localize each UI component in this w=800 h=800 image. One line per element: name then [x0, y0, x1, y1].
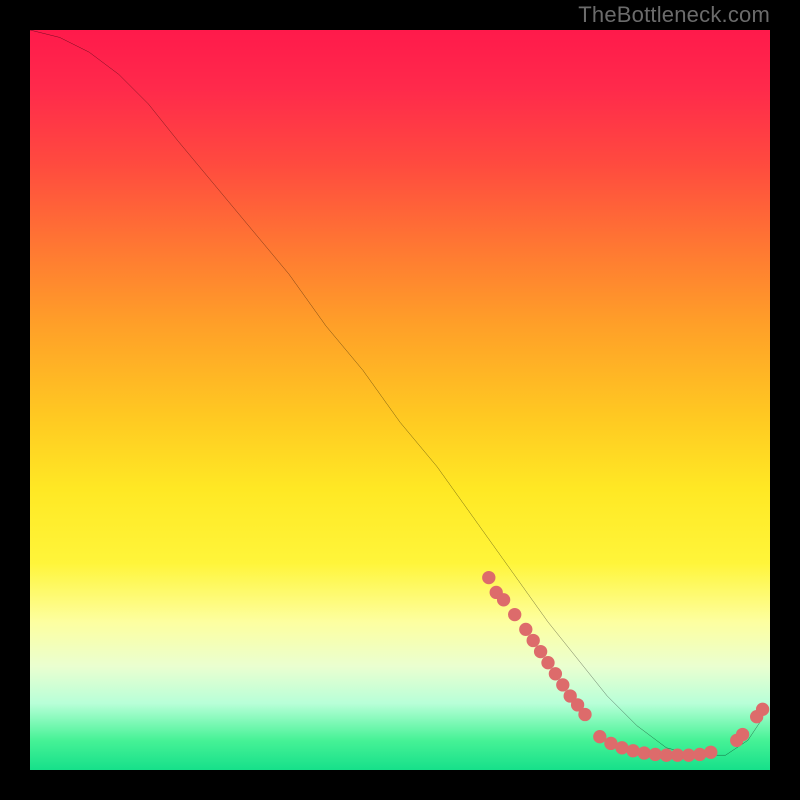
marker-dot	[482, 571, 495, 584]
chart-frame: TheBottleneck.com	[0, 0, 800, 800]
watermark-label: TheBottleneck.com	[578, 2, 770, 28]
marker-dot	[549, 667, 562, 680]
marker-dot	[541, 656, 554, 669]
bottleneck-curve	[30, 30, 763, 755]
marker-dot	[756, 703, 769, 716]
marker-dot	[534, 645, 547, 658]
plot-area	[30, 30, 770, 770]
marker-dot	[508, 608, 521, 621]
marker-dot	[626, 744, 639, 757]
marker-dot	[527, 634, 540, 647]
marker-dot	[578, 708, 591, 721]
data-markers	[482, 571, 769, 762]
marker-dot	[497, 593, 510, 606]
curve-layer	[30, 30, 770, 770]
marker-dot	[519, 623, 532, 636]
marker-dot	[736, 728, 749, 741]
marker-dot	[704, 746, 717, 759]
marker-dot	[556, 678, 569, 691]
marker-dot	[693, 748, 706, 761]
marker-dot	[593, 730, 606, 743]
